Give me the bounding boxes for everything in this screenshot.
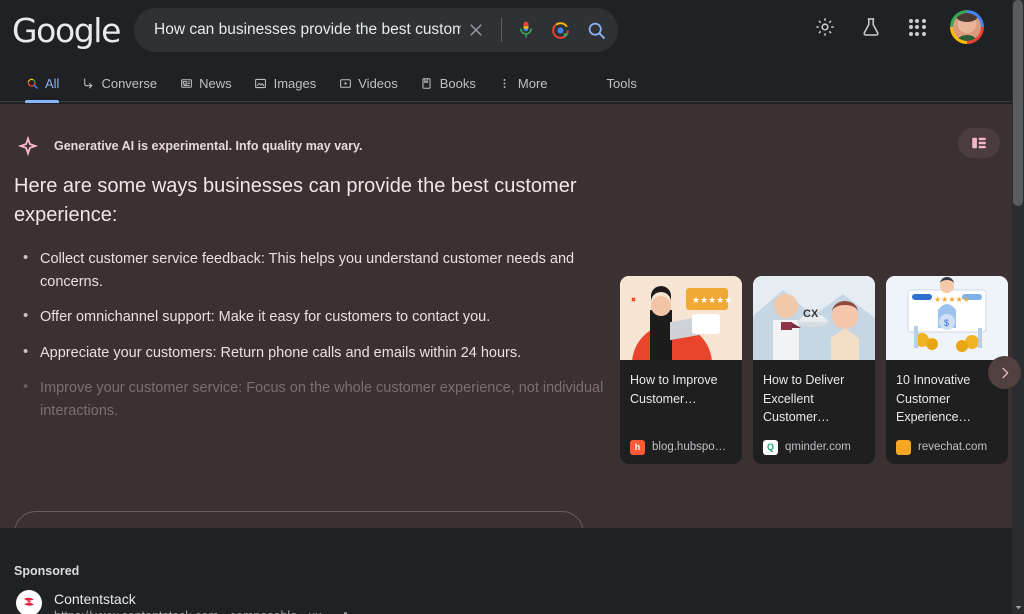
card-thumbnail: ★★★★★ [620, 276, 742, 360]
arrow-turn-icon [81, 77, 95, 91]
search-input[interactable]: How can businesses provide the best cust… [134, 21, 461, 39]
labs-flask-icon[interactable] [858, 14, 884, 40]
tab-all[interactable]: All [14, 66, 70, 103]
card-title: How to Improve Customer… [630, 373, 718, 406]
tab-books[interactable]: Books [409, 66, 487, 102]
news-icon [179, 77, 193, 91]
svg-text:$: $ [944, 318, 949, 328]
avatar-photo [953, 13, 981, 41]
card-domain: qminder.com [785, 441, 851, 453]
search-tabs: All Converse News Images Videos Books Mo… [0, 66, 1012, 103]
ad-url: https://www.contentstack.com › composabl… [54, 608, 321, 614]
source-card[interactable]: ★★★★★ How to Improve Customer… h blog.hu… [620, 276, 742, 464]
header-actions [812, 10, 984, 44]
ai-answer-bullets: Collect customer service feedback: This … [14, 247, 604, 422]
card-source: revechat.com [886, 430, 1008, 464]
apps-grid-dots [908, 18, 926, 36]
source-cards: ★★★★★ How to Improve Customer… h blog.hu… [620, 276, 1008, 464]
tab-label: More [517, 76, 548, 91]
search-icon[interactable] [580, 14, 612, 46]
card-domain: revechat.com [918, 441, 988, 453]
search-icon [25, 77, 39, 91]
tab-images[interactable]: Images [243, 66, 328, 102]
svg-text:★★★★★: ★★★★★ [692, 295, 732, 305]
card-title: How to Deliver Excellent Customer… [763, 373, 845, 424]
search-divider [501, 18, 502, 42]
google-search-results-page: Google How can businesses provide the be… [0, 0, 1024, 614]
more-vertical-icon [498, 77, 512, 91]
svg-text:★★★★★: ★★★★★ [934, 295, 970, 304]
tab-news[interactable]: News [168, 66, 243, 102]
close-icon[interactable] [461, 15, 491, 45]
scrollbar[interactable] [1012, 0, 1024, 614]
page-header: Google How can businesses provide the be… [0, 0, 1012, 62]
svg-text:CX: CX [803, 308, 819, 320]
generative-ai-panel: Generative AI is experimental. Info qual… [0, 104, 1021, 611]
ad-text-block: Contentstack https://www.contentstack.co… [54, 590, 347, 614]
ai-answer-heading: Here are some ways businesses can provid… [14, 175, 577, 226]
favicon-qminder: Q [763, 439, 778, 455]
tab-label: Books [439, 76, 476, 91]
card-thumbnail: CX [753, 276, 875, 360]
card-source: h blog.hubspo… [620, 430, 742, 464]
source-card[interactable]: CX How to Deliver Excellent Customer… Q … [753, 276, 875, 464]
favicon-revechat [896, 439, 911, 455]
scrollbar-thumb[interactable] [1013, 0, 1023, 206]
tab-label: Images [273, 76, 317, 91]
tab-converse[interactable]: Converse [70, 66, 168, 102]
apps-grid-icon[interactable] [904, 14, 930, 40]
tools-button[interactable]: Tools [597, 76, 647, 91]
list-item: Improve your customer service: Focus on … [14, 376, 604, 422]
gear-icon[interactable] [812, 14, 838, 40]
microphone-icon[interactable] [512, 16, 540, 44]
advertiser-logo [16, 590, 42, 614]
google-logo[interactable]: Google [12, 14, 121, 47]
chevron-down-icon[interactable] [1013, 602, 1023, 612]
tab-label: All [45, 76, 60, 91]
advertiser-name[interactable]: Contentstack [54, 590, 321, 608]
sparkle-icon [16, 134, 40, 158]
card-thumbnail: ★★★★★ $ [886, 276, 1008, 360]
ai-disclaimer-text: Generative AI is experimental. Info qual… [54, 139, 363, 153]
sponsored-label: Sponsored [14, 564, 80, 578]
card-domain: blog.hubspo… [652, 441, 727, 453]
tab-more[interactable]: More [487, 66, 559, 102]
tab-label: News [199, 76, 232, 91]
chevron-right-icon[interactable] [988, 356, 1021, 389]
video-icon [338, 77, 352, 91]
favicon-hubspot: h [630, 439, 645, 455]
list-item: Appreciate your customers: Return phone … [14, 341, 604, 365]
search-box[interactable]: How can businesses provide the best cust… [134, 8, 618, 52]
ai-answer-body: Here are some ways businesses can provid… [14, 172, 604, 435]
layout-panel-icon[interactable] [958, 128, 1000, 158]
avatar[interactable] [950, 10, 984, 44]
list-item: Collect customer service feedback: This … [14, 247, 604, 293]
ai-disclaimer: Generative AI is experimental. Info qual… [16, 134, 362, 158]
image-icon [254, 77, 268, 91]
tab-label: Videos [358, 76, 398, 91]
list-item: Offer omnichannel support: Make it easy … [14, 305, 604, 329]
card-source: Q qminder.com [753, 430, 875, 464]
ad-result[interactable]: Contentstack https://www.contentstack.co… [16, 590, 347, 614]
sponsored-section: Sponsored Contentstack https://www.conte… [0, 528, 1012, 614]
tab-label: Converse [101, 76, 158, 91]
book-icon [420, 77, 434, 91]
google-lens-icon[interactable] [546, 16, 574, 44]
tab-videos[interactable]: Videos [327, 66, 409, 102]
